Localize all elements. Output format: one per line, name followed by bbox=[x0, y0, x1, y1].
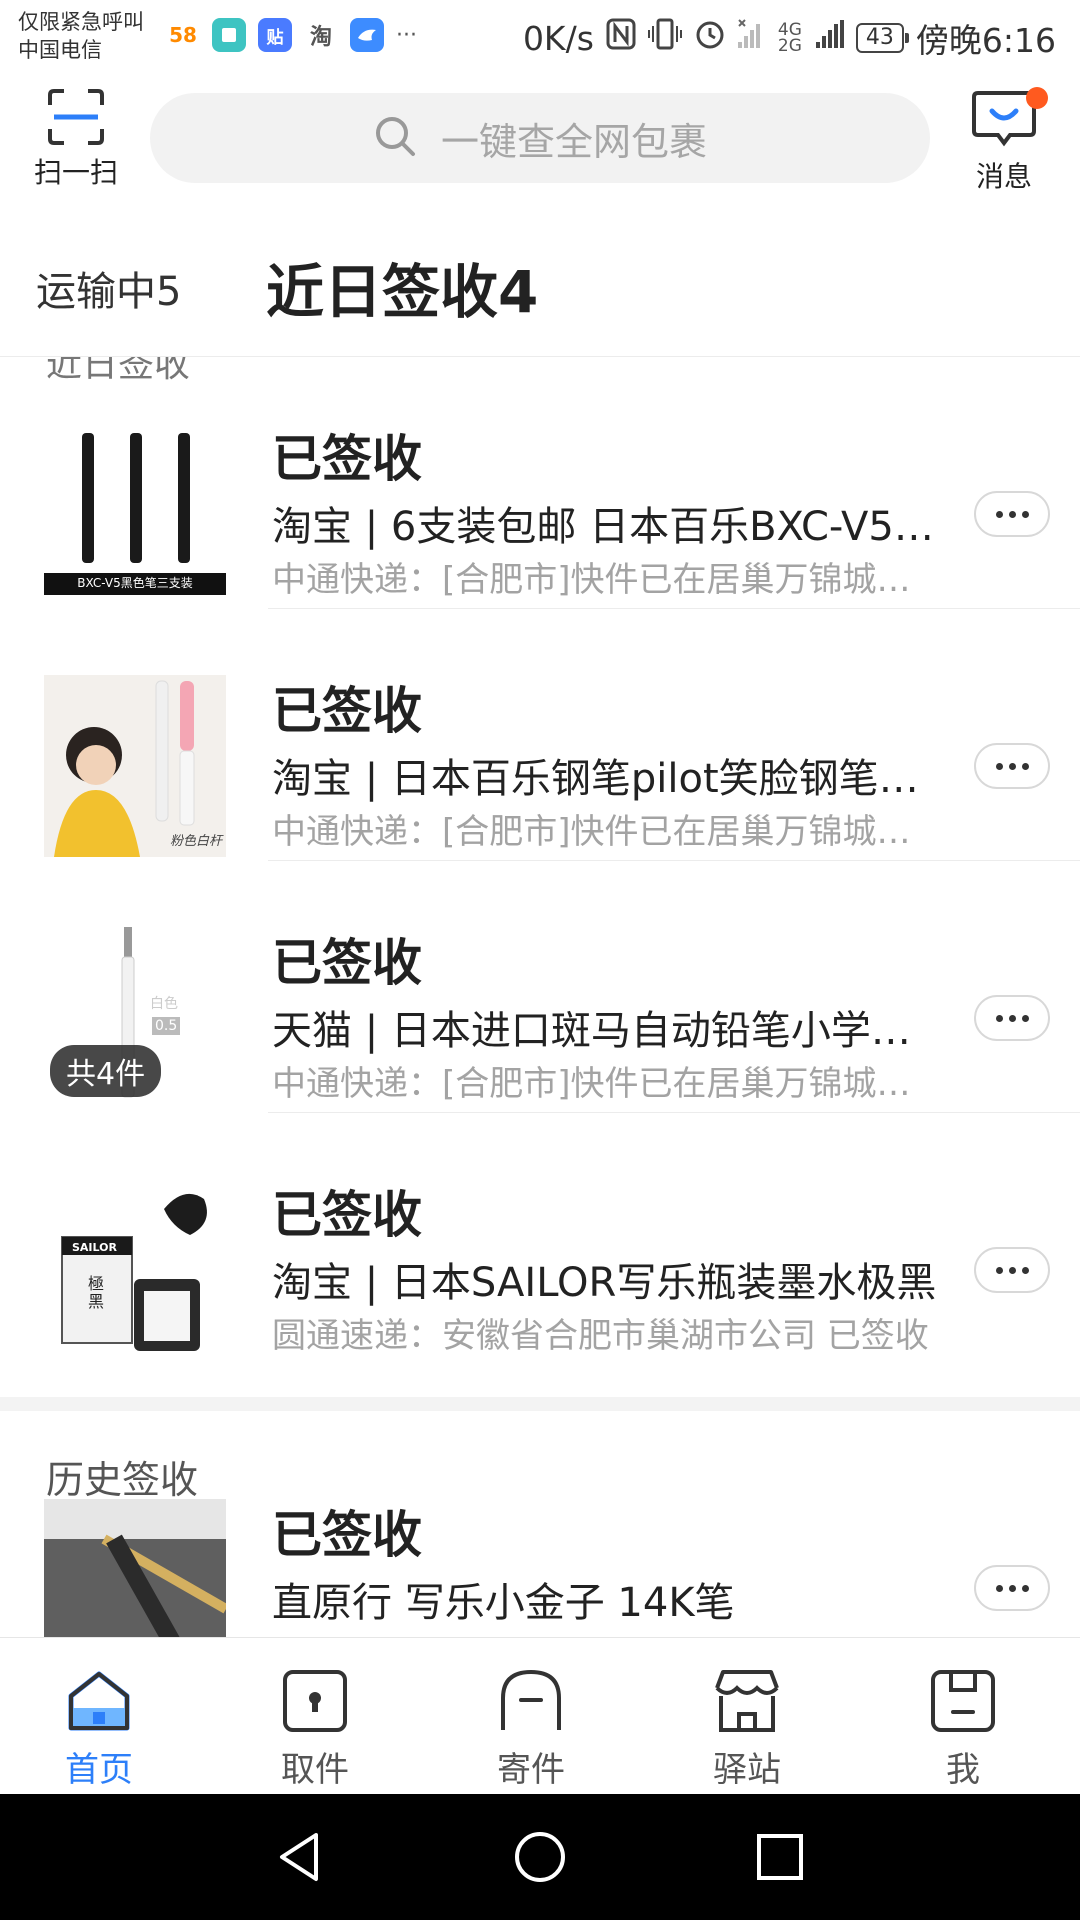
carrier-line-2: 中国电信 bbox=[18, 38, 102, 62]
package-info: 已签收 淘宝 | 6支装包邮 日本百乐BXC-V5 直液式走珠笔 中通快递：[合… bbox=[272, 427, 942, 605]
more-notifications-icon: ··· bbox=[396, 22, 417, 48]
signal-empty-icon bbox=[737, 18, 766, 58]
package-info: 已签收 淘宝 | 日本百乐钢笔pilot笑脸钢笔学生用 中通快递：[合肥市]快件… bbox=[272, 679, 942, 857]
nav-me-label: 我 bbox=[946, 1750, 980, 1790]
recents-icon[interactable] bbox=[752, 1829, 808, 1885]
message-icon bbox=[972, 87, 1048, 149]
package-list: 近日签收 BXC-V5黑色笔三支装 已签收 淘宝 | 6支装包邮 日本百乐BXC… bbox=[0, 357, 1080, 1637]
more-options-button[interactable] bbox=[974, 491, 1050, 537]
package-status: 已签收 bbox=[272, 682, 422, 740]
notification-icons: 58 贴 淘 ··· bbox=[166, 18, 417, 52]
package-title: 淘宝 | 日本百乐钢笔pilot笑脸钢笔学生用 bbox=[272, 756, 942, 802]
more-options-button[interactable] bbox=[974, 743, 1050, 789]
package-title: 直原行 写乐小金子 14K笔 bbox=[272, 1580, 735, 1626]
nav-station-label: 驿站 bbox=[713, 1750, 781, 1790]
home-circle-icon[interactable] bbox=[512, 1829, 568, 1885]
tab-recent-signed[interactable]: 近日签收4 bbox=[266, 245, 538, 329]
package-item[interactable]: SAILOR 極黑 已签收 淘宝 | 日本SAILOR写乐瓶装墨水极黑 圆通速递… bbox=[0, 1113, 1080, 1365]
nav-pickup[interactable]: 取件 bbox=[245, 1668, 385, 1791]
thumbnail-label: 極黑 bbox=[88, 1274, 105, 1311]
nav-pickup-label: 取件 bbox=[281, 1750, 349, 1790]
section-separator bbox=[0, 1397, 1080, 1411]
bottom-navigation: 首页 取件 寄件 驿站 我 bbox=[0, 1637, 1080, 1794]
thumbnail-caption: 粉色白杆 bbox=[169, 834, 222, 849]
signal-icon bbox=[815, 18, 844, 58]
package-item[interactable]: 白色 0.5 共4件 已签收 天猫 | 日本进口斑马自动铅笔小学生用 中通快递：… bbox=[0, 861, 1080, 1113]
nav-station[interactable]: 驿站 bbox=[677, 1668, 817, 1791]
product-thumbnail: 白色 0.5 共4件 bbox=[44, 927, 226, 1109]
pickup-icon bbox=[281, 1668, 349, 1734]
package-info: 已签收 直原行 写乐小金子 14K笔 bbox=[272, 1503, 942, 1631]
thumbnail-size: 0.5 bbox=[152, 1017, 181, 1035]
alarm-icon bbox=[694, 18, 726, 58]
package-title: 淘宝 | 日本SAILOR写乐瓶装墨水极黑 bbox=[272, 1260, 937, 1306]
battery-indicator: 43 bbox=[855, 23, 909, 53]
package-status: 已签收 bbox=[272, 934, 422, 992]
package-status: 已签收 bbox=[272, 430, 422, 488]
reader-icon bbox=[212, 18, 246, 52]
package-tabs: 运输中5 近日签收4 bbox=[0, 215, 1080, 357]
bird-app-icon bbox=[350, 18, 384, 52]
thumbnail-caption: 白色 bbox=[150, 996, 178, 1012]
taobao-icon: 淘 bbox=[304, 18, 338, 52]
nav-home[interactable]: 首页 bbox=[29, 1668, 169, 1791]
message-label: 消息 bbox=[975, 160, 1032, 193]
send-icon bbox=[497, 1668, 565, 1734]
scan-icon bbox=[48, 89, 104, 145]
package-tracking: 中通快递：[合肥市]快件已在居巢万锦城驿站签收 bbox=[272, 1064, 942, 1104]
package-item[interactable]: 已签收 直原行 写乐小金子 14K笔 bbox=[0, 1477, 1080, 1637]
carrier-info: 仅限紧急呼叫 中国电信 bbox=[18, 8, 144, 64]
search-icon bbox=[373, 114, 417, 162]
product-thumbnail: BXC-V5黑色笔三支装 bbox=[44, 423, 226, 605]
package-status: 已签收 bbox=[272, 1506, 422, 1564]
package-info: 已签收 天猫 | 日本进口斑马自动铅笔小学生用 中通快递：[合肥市]快件已在居巢… bbox=[272, 931, 942, 1109]
product-thumbnail bbox=[44, 1499, 226, 1637]
search-placeholder: 一键查全网包裹 bbox=[440, 119, 707, 164]
58-icon: 58 bbox=[166, 18, 200, 52]
thumbnail-caption: SAILOR bbox=[72, 1241, 117, 1254]
network-speed: 0K/s bbox=[522, 18, 594, 58]
network-type: 4G 2G bbox=[777, 20, 802, 56]
nfc-icon bbox=[606, 18, 636, 58]
thumbnail-caption: BXC-V5黑色笔三支装 bbox=[77, 576, 193, 590]
vibrate-icon bbox=[647, 18, 682, 58]
search-bar[interactable]: 一键查全网包裹 bbox=[150, 93, 930, 183]
item-count-badge: 共4件 bbox=[50, 1045, 162, 1097]
package-info: 已签收 淘宝 | 日本SAILOR写乐瓶装墨水极黑 圆通速递：安徽省合肥市巢湖市… bbox=[272, 1183, 942, 1361]
package-title: 淘宝 | 6支装包邮 日本百乐BXC-V5 直液式走珠笔 bbox=[272, 504, 942, 550]
package-tracking: 中通快递：[合肥市]快件已在居巢万锦城驿站签收 bbox=[272, 560, 942, 600]
more-options-button[interactable] bbox=[974, 1565, 1050, 1611]
scan-button[interactable]: 扫一扫 bbox=[28, 89, 124, 191]
package-tracking: 圆通速递：安徽省合肥市巢湖市公司 已签收 bbox=[272, 1316, 929, 1356]
system-status: 0K/s 4G 2G 43 傍晚6:16 bbox=[523, 14, 1056, 62]
tieba-icon: 贴 bbox=[258, 18, 292, 52]
product-thumbnail: SAILOR 極黑 bbox=[44, 1179, 226, 1361]
clock: 傍晚6:16 bbox=[915, 21, 1056, 60]
package-status: 已签收 bbox=[272, 1186, 422, 1244]
home-icon bbox=[65, 1668, 133, 1734]
scan-label: 扫一扫 bbox=[33, 156, 118, 189]
back-icon[interactable] bbox=[272, 1829, 328, 1885]
tab-in-transit[interactable]: 运输中5 bbox=[36, 259, 181, 317]
nav-send[interactable]: 寄件 bbox=[461, 1668, 601, 1791]
message-button[interactable]: 消息 bbox=[962, 87, 1048, 195]
product-thumbnail: 粉色白杆 bbox=[44, 675, 226, 857]
station-icon bbox=[713, 1668, 781, 1734]
app-header: 扫一扫 一键查全网包裹 消息 bbox=[0, 75, 1080, 215]
package-tracking: 中通快递：[合肥市]快件已在居巢万锦城驿站签收 bbox=[272, 812, 942, 852]
more-options-button[interactable] bbox=[974, 995, 1050, 1041]
system-navigation-bar bbox=[0, 1794, 1080, 1920]
status-bar: 仅限紧急呼叫 中国电信 58 贴 淘 ··· 0K/s 4G 2G 43 傍晚6… bbox=[0, 0, 1080, 75]
package-title: 天猫 | 日本进口斑马自动铅笔小学生用 bbox=[272, 1008, 942, 1054]
nav-send-label: 寄件 bbox=[497, 1750, 565, 1790]
package-item[interactable]: 粉色白杆 已签收 淘宝 | 日本百乐钢笔pilot笑脸钢笔学生用 中通快递：[合… bbox=[0, 609, 1080, 861]
package-item[interactable]: BXC-V5黑色笔三支装 已签收 淘宝 | 6支装包邮 日本百乐BXC-V5 直… bbox=[0, 357, 1080, 609]
profile-icon bbox=[929, 1668, 997, 1734]
nav-home-label: 首页 bbox=[65, 1750, 133, 1790]
unread-dot bbox=[1026, 87, 1048, 109]
carrier-line-1: 仅限紧急呼叫 bbox=[18, 10, 144, 34]
more-options-button[interactable] bbox=[974, 1247, 1050, 1293]
nav-me[interactable]: 我 bbox=[893, 1668, 1033, 1791]
